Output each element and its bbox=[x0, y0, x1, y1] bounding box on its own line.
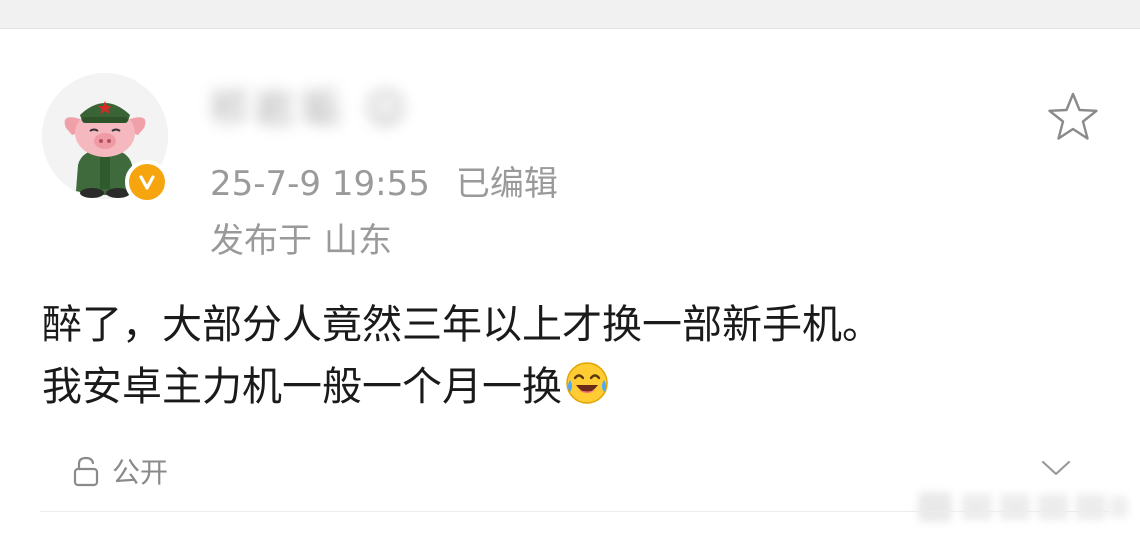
watermark-logo bbox=[918, 492, 1128, 522]
top-bar bbox=[0, 0, 1140, 29]
post-divider bbox=[40, 511, 1110, 512]
verified-badge-icon bbox=[125, 160, 169, 204]
visibility-indicator[interactable]: 公开 bbox=[72, 453, 168, 489]
post-content: 醉了，大部分人竟然三年以上才换一部新手机。 我安卓主力机一般一个月一换 bbox=[42, 294, 1102, 418]
edited-label[interactable]: 已编辑 bbox=[456, 164, 558, 204]
post-location: 发布于 山东 bbox=[210, 213, 392, 262]
avatar[interactable] bbox=[42, 73, 169, 204]
content-line-1: 醉了，大部分人竟然三年以上才换一部新手机。 bbox=[42, 302, 882, 348]
unlock-icon bbox=[73, 456, 99, 487]
content-line-2: 我安卓主力机一般一个月一换 bbox=[42, 356, 1102, 418]
author-name[interactable]: 祁岩垢 ☺ bbox=[208, 80, 468, 140]
location-value: 山东 bbox=[324, 221, 392, 261]
author-name-obscured: 祁岩垢 ☺ bbox=[208, 86, 413, 132]
content-line-2-text: 我安卓主力机一般一个月一换 bbox=[42, 364, 562, 410]
weibo-post-card: 祁岩垢 ☺ 25-7-9 19:55 已编辑 发布于 山东 醉了，大部分人竟然三年以… bbox=[0, 28, 1140, 536]
chevron-down-icon[interactable] bbox=[1040, 456, 1072, 480]
post-meta: 25-7-9 19:55 已编辑 bbox=[210, 156, 558, 205]
location-prefix: 发布于 bbox=[210, 221, 312, 261]
star-outline-icon[interactable] bbox=[1046, 91, 1100, 143]
visibility-label: 公开 bbox=[112, 456, 169, 489]
post-timestamp: 25-7-9 19:55 bbox=[210, 164, 430, 204]
laughing-crying-emoji-icon bbox=[566, 362, 608, 404]
